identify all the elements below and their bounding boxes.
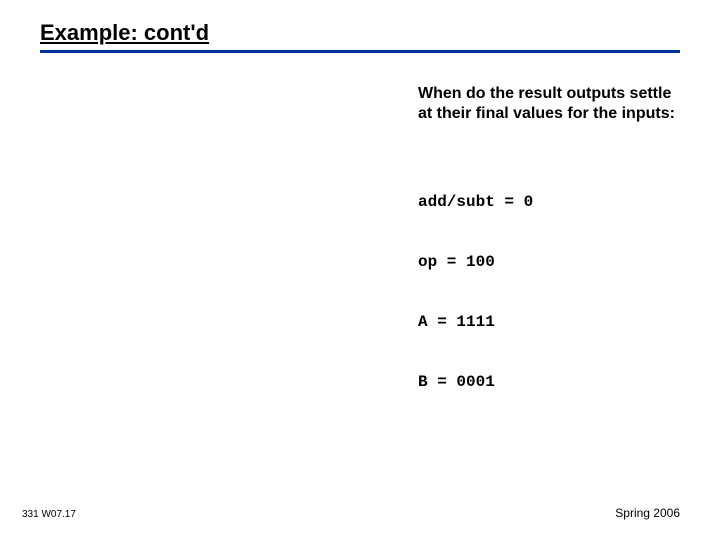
code-line-2: op = 100: [418, 252, 688, 272]
title-rule: [40, 50, 680, 53]
title-wrap: Example: cont'd: [40, 20, 680, 46]
code-line-1: add/subt = 0: [418, 192, 688, 212]
code-block: add/subt = 0 op = 100 A = 1111 B = 0001: [418, 152, 688, 432]
code-line-3: A = 1111: [418, 312, 688, 332]
footer-right: Spring 2006: [615, 506, 680, 520]
slide-body: When do the result outputs settle at the…: [418, 84, 688, 432]
footer-left: 331 W07.17: [22, 509, 76, 520]
code-line-4: B = 0001: [418, 372, 688, 392]
slide-title: Example: cont'd: [40, 20, 680, 46]
slide: Example: cont'd When do the result outpu…: [0, 0, 720, 540]
question-text: When do the result outputs settle at the…: [418, 84, 688, 124]
